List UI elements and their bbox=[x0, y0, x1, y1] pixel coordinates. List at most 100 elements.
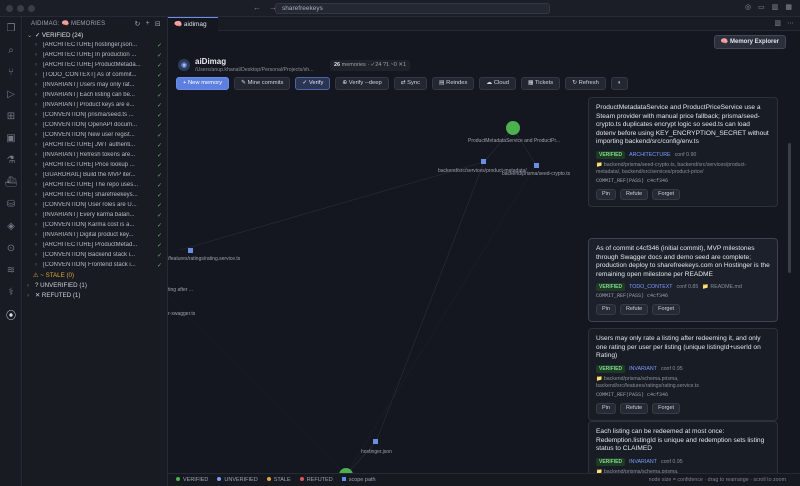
graph-node-scope[interactable] bbox=[481, 159, 486, 164]
chevron-right-icon: › bbox=[35, 72, 37, 78]
source-control-icon[interactable]: ⑂ bbox=[0, 61, 22, 83]
files-icon[interactable]: ❐ bbox=[0, 17, 22, 39]
graph-node-scope[interactable] bbox=[534, 163, 539, 168]
page-title: aiDimag bbox=[195, 57, 227, 66]
memory-tree-item[interactable]: › [ARCHITECTURE] ProductMetada... ✓ bbox=[23, 60, 167, 70]
memory-tree-item[interactable]: › [ARCHITECTURE] sharefreekeys... ✓ bbox=[23, 190, 167, 200]
graph-node-verified[interactable] bbox=[506, 121, 520, 135]
copilot-icon[interactable]: ◎ bbox=[745, 3, 751, 11]
git-lens-icon[interactable]: ◈ bbox=[0, 215, 22, 237]
memory-tree-item-label: [ARCHITECTURE] hostinger.json... bbox=[43, 42, 138, 48]
forget-button[interactable]: Forget bbox=[652, 188, 681, 200]
testing-icon[interactable]: ⚗ bbox=[0, 149, 22, 171]
toolbar-button[interactable]: ◐ bbox=[610, 77, 629, 90]
memory-tree-item[interactable]: › [ARCHITECTURE] JWT authenti... ✓ bbox=[23, 140, 167, 150]
memory-tree-item[interactable]: › [TODO_CONTEXT] As of commit... ✓ bbox=[23, 70, 167, 80]
memory-tree-item[interactable]: › [ARCHITECTURE] Price lookup ... ✓ bbox=[23, 160, 167, 170]
memory-card-actions: Pin Refute Forget bbox=[596, 304, 770, 316]
graph-node-scope[interactable] bbox=[373, 439, 378, 444]
refute-button[interactable]: Refute bbox=[619, 304, 649, 316]
forget-button[interactable]: Forget bbox=[652, 304, 681, 316]
verified-check-icon: ✓ bbox=[157, 152, 163, 159]
toolbar-button[interactable]: ✓ Verify bbox=[295, 77, 331, 90]
layout-panel-icon[interactable]: ▭ bbox=[758, 3, 765, 11]
back-arrow-icon[interactable]: ← bbox=[253, 3, 261, 12]
memory-tree-item[interactable]: › [CONVENTION] prisma/seed.ts ... ✓ bbox=[23, 110, 167, 120]
tab-aidimag[interactable]: 🧠 aidimag bbox=[168, 17, 218, 31]
memory-graph[interactable]: ProductMetadataService and ProductPr... … bbox=[168, 97, 584, 473]
split-editor-icon[interactable]: ▥ bbox=[774, 19, 781, 27]
search-icon[interactable]: ⌕ bbox=[0, 39, 22, 61]
tree-group-stale[interactable]: ⚠ ~ STALE (0) bbox=[23, 270, 167, 280]
refute-button[interactable]: Refute bbox=[619, 188, 649, 200]
toolbar-button[interactable]: ⊕ Verify --deep bbox=[335, 77, 389, 90]
chevron-right-icon: › bbox=[35, 222, 37, 228]
memory-tree-item[interactable]: › [INVARIANT] Every karma balan... ✓ bbox=[23, 210, 167, 220]
accounts-icon[interactable]: ≋ bbox=[0, 259, 22, 281]
tree-group-label: ✕ REFUTED (1) bbox=[35, 291, 81, 299]
pin-button[interactable]: Pin bbox=[596, 402, 616, 414]
toolbar-button[interactable]: ↻ Refresh bbox=[565, 77, 606, 90]
memory-tree-item[interactable]: › [CONVENTION] Frontend stack i... ✓ bbox=[23, 260, 167, 270]
layout-customize-icon[interactable]: ▦ bbox=[785, 3, 792, 11]
memory-tree-item[interactable]: › [INVARIANT] Digital product key... ✓ bbox=[23, 230, 167, 240]
chevron-right-icon: › bbox=[35, 232, 37, 238]
memory-tree-item[interactable]: › [INVARIANT] Users may only rat... ✓ bbox=[23, 80, 167, 90]
extensions-icon[interactable]: ⊞ bbox=[0, 105, 22, 127]
memory-tree-item[interactable]: › [INVARIANT] Product keys are e... ✓ bbox=[23, 100, 167, 110]
layout-split-icon[interactable]: ▥ bbox=[772, 3, 779, 11]
run-icon[interactable]: ▷ bbox=[0, 83, 22, 105]
toolbar-button[interactable]: ☁ Cloud bbox=[479, 77, 516, 90]
toolbar-button[interactable]: ✎ Mine commits bbox=[234, 77, 291, 90]
database-icon[interactable]: ⛁ bbox=[0, 193, 22, 215]
memory-card-commit: COMMIT_REF(PASS) c4cf346 bbox=[596, 391, 669, 398]
tree-group-label: ⚠ ~ STALE (0) bbox=[33, 271, 75, 279]
memory-explorer-button[interactable]: 🧠 Memory Explorer bbox=[713, 35, 786, 49]
memory-tree-item[interactable]: › [CONVENTION] User roles are U... ✓ bbox=[23, 200, 167, 210]
aidimag-icon[interactable]: ⦿ bbox=[0, 303, 22, 325]
pin-button[interactable]: Pin bbox=[596, 304, 616, 316]
timeline-icon[interactable]: ⊙ bbox=[0, 237, 22, 259]
memory-tree-item[interactable]: › [CONVENTION] Karma cost is a... ✓ bbox=[23, 220, 167, 230]
memory-tree-item[interactable]: › [ARCHITECTURE] The repo uses... ✓ bbox=[23, 180, 167, 190]
memory-tree-item[interactable]: › [CONVENTION] OpenAPI docum... ✓ bbox=[23, 120, 167, 130]
graph-node-scope[interactable] bbox=[188, 248, 193, 253]
tree-group-verified[interactable]: ⌄ ✓ VERIFIED (24) bbox=[23, 30, 167, 40]
add-icon[interactable]: + bbox=[146, 20, 150, 28]
toolbar-button[interactable]: ▦ Tickets bbox=[520, 77, 561, 90]
memory-tree-item[interactable]: › [ARCHITECTURE] hostinger.json... ✓ bbox=[23, 40, 167, 50]
more-actions-icon[interactable]: ⋯ bbox=[787, 19, 794, 27]
memory-tree-item[interactable]: › [CONVENTION] New user regist... ✓ bbox=[23, 130, 167, 140]
memory-tree-item[interactable]: › [ARCHITECTURE] ProductMetad... ✓ bbox=[23, 240, 167, 250]
refute-button[interactable]: Refute bbox=[619, 402, 649, 414]
docker-icon[interactable]: ⛴ bbox=[0, 171, 22, 193]
close-window-icon[interactable] bbox=[6, 5, 13, 12]
command-center-search[interactable]: sharefreekeys bbox=[275, 3, 550, 14]
memory-card[interactable]: Users may only rate a listing after rede… bbox=[588, 328, 778, 421]
memory-tree-item[interactable]: › [ARCHITECTURE] In production ... ✓ bbox=[23, 50, 167, 60]
more-icon[interactable]: ⊟ bbox=[155, 20, 161, 28]
toolbar-button[interactable]: + New memory bbox=[176, 77, 230, 90]
pin-button[interactable]: Pin bbox=[596, 188, 616, 200]
tree-group-unverified[interactable]: › ? UNVERIFIED (1) bbox=[23, 280, 167, 290]
python-icon[interactable]: ⚕ bbox=[0, 281, 22, 303]
memory-card[interactable]: Each listing can be redeemed at most onc… bbox=[588, 421, 778, 473]
memory-tree-item[interactable]: › [CONVENTION] Backend stack i... ✓ bbox=[23, 250, 167, 260]
memory-tree-item[interactable]: › [GUARDRAIL] Build the MVP iter... ✓ bbox=[23, 170, 167, 180]
memory-card[interactable]: As of commit c4cf346 (initial commit), M… bbox=[588, 238, 778, 323]
memory-card[interactable]: ProductMetadataService and ProductPriceS… bbox=[588, 97, 778, 207]
memory-tree-item[interactable]: › [INVARIANT] Each listing can be... ✓ bbox=[23, 90, 167, 100]
zoom-window-icon[interactable] bbox=[28, 5, 35, 12]
verified-check-icon: ✓ bbox=[157, 192, 163, 199]
toolbar-button[interactable]: ⇄ Sync bbox=[393, 77, 428, 90]
toolbar-button[interactable]: ▤ Reindex bbox=[432, 77, 475, 90]
verified-check-icon: ✓ bbox=[157, 102, 163, 109]
refresh-icon[interactable]: ↻ bbox=[135, 20, 141, 28]
tree-group-refuted[interactable]: › ✕ REFUTED (1) bbox=[23, 290, 167, 300]
memory-tree-item[interactable]: › [INVARIANT] Refresh tokens are... ✓ bbox=[23, 150, 167, 160]
forget-button[interactable]: Forget bbox=[652, 402, 681, 414]
remote-icon[interactable]: ▣ bbox=[0, 127, 22, 149]
minimize-window-icon[interactable] bbox=[17, 5, 24, 12]
card-list-scrollbar[interactable] bbox=[788, 143, 791, 273]
chevron-right-icon: › bbox=[27, 291, 30, 299]
